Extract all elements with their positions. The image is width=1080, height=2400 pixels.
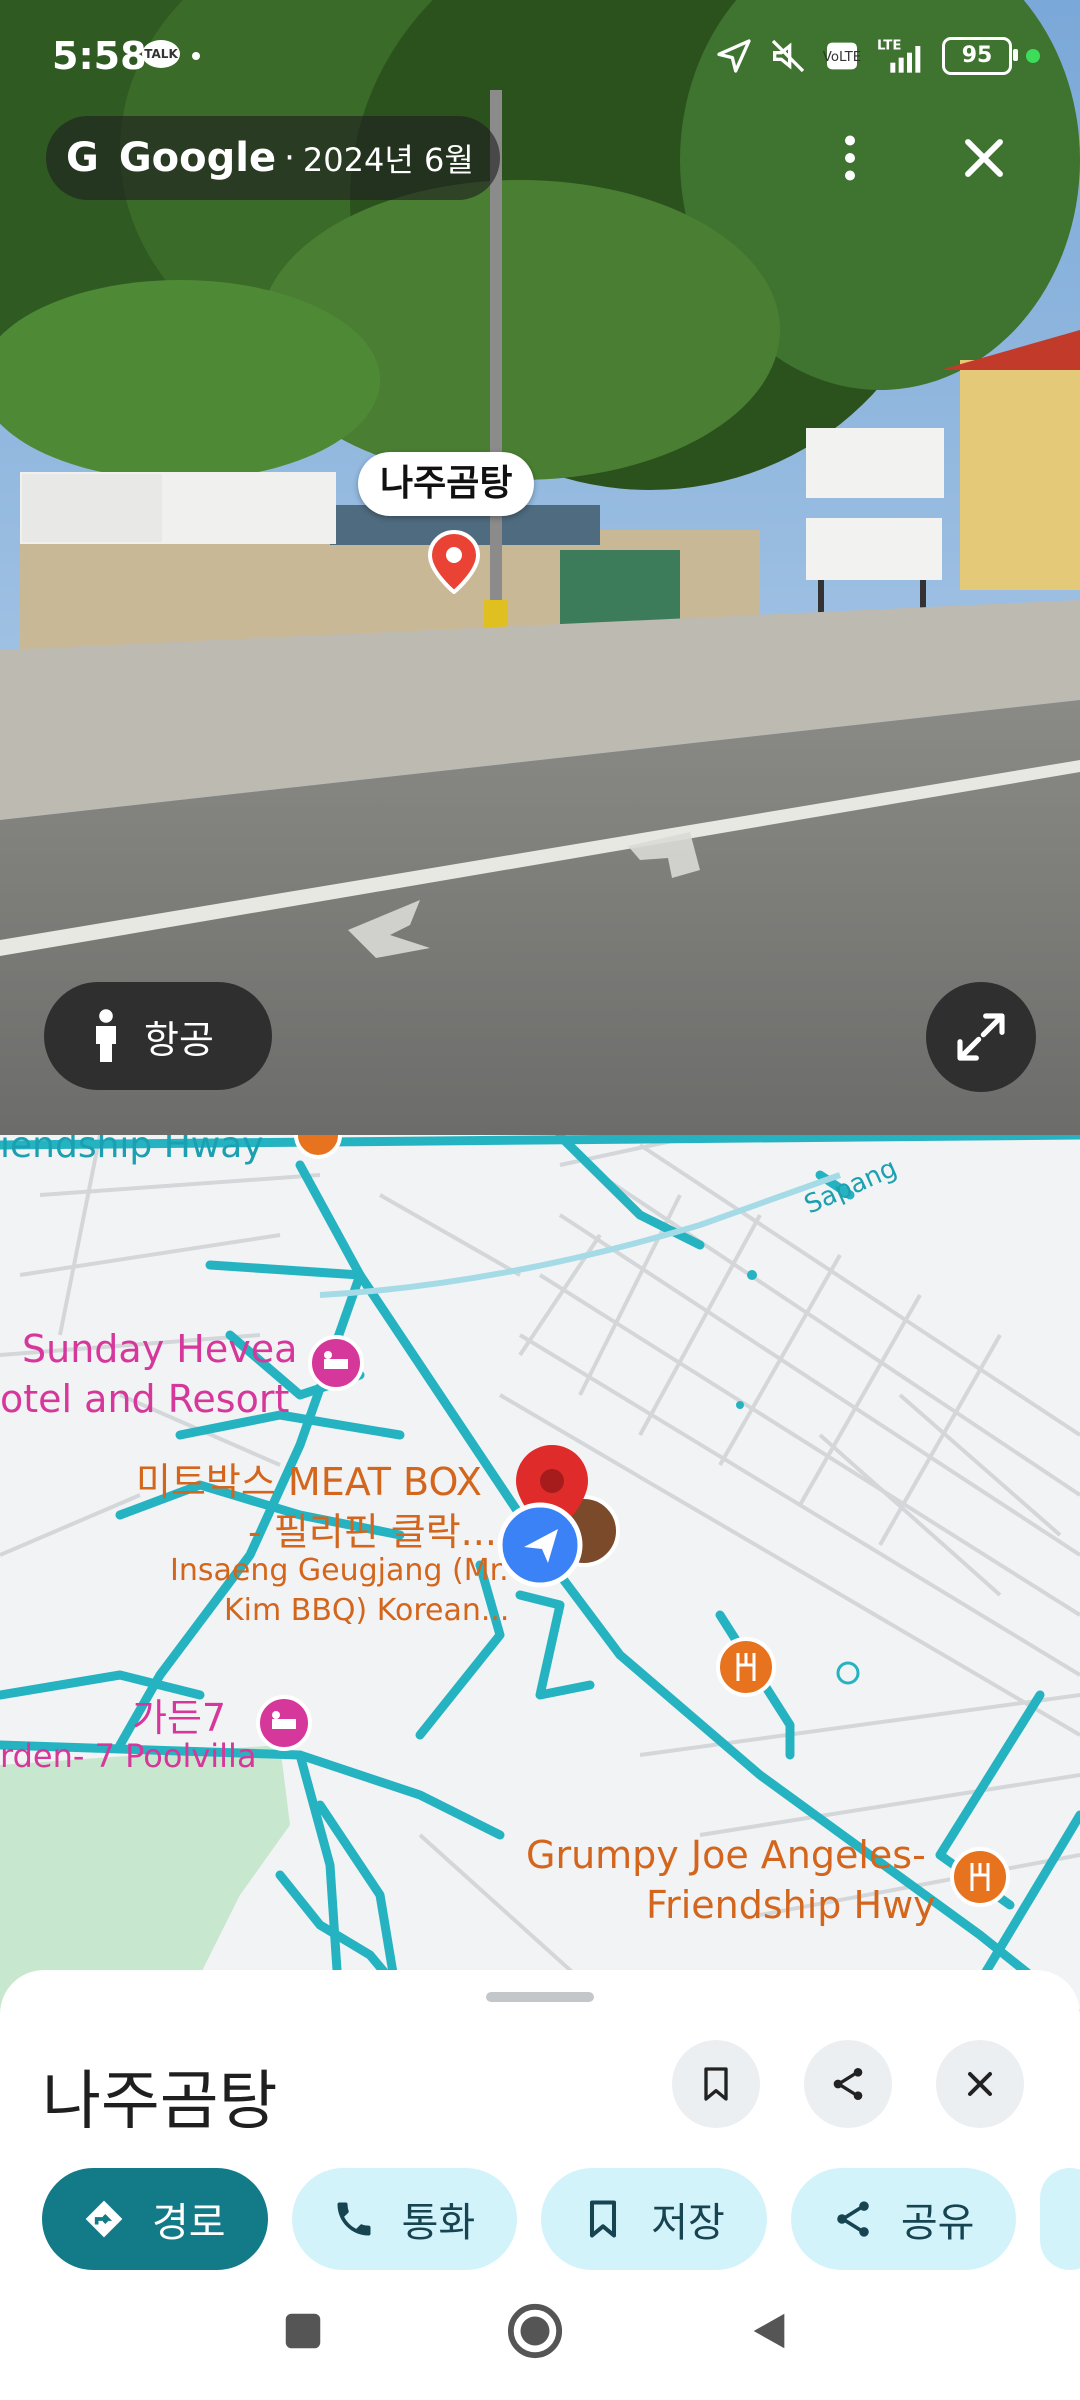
mute-icon	[771, 39, 805, 73]
battery-icon: 95	[942, 37, 1018, 75]
aerial-view-button[interactable]: 항공	[44, 982, 272, 1090]
share-icon-button[interactable]	[804, 2040, 892, 2128]
signal-icon: LTE	[877, 38, 921, 73]
close-icon	[968, 2072, 992, 2096]
share-icon	[837, 2201, 869, 2237]
status-icons: VoLTE LTE 95	[714, 34, 1040, 78]
svg-text:LTE: LTE	[877, 38, 901, 53]
map-label-hotel-1[interactable]: Sunday Hevea	[22, 1327, 297, 1371]
map-label-garden-1[interactable]: 가든7	[132, 1687, 226, 1742]
map-label-meatbox-1[interactable]: 미트박스 MEAT BOX	[136, 1451, 482, 1506]
sheet-drag-handle[interactable]	[486, 1992, 594, 2002]
map-label-garden-2[interactable]: rden- 7 Poolvilla	[0, 1737, 257, 1775]
map-label-insaeng-2[interactable]: Kim BBQ) Korean...	[224, 1593, 509, 1628]
map-label-insaeng-1[interactable]: Insaeng Geugjang (Mr.	[170, 1553, 509, 1588]
imagery-source-pill: G Google · 2024년 6월	[46, 116, 500, 200]
map-label-meatbox-2[interactable]: - 필리핀 클락...	[248, 1501, 497, 1556]
notification-dot-icon	[192, 52, 200, 60]
restaurant-icon[interactable]	[950, 1847, 1010, 1907]
save-icon-button[interactable]	[672, 2040, 760, 2128]
bookmark-icon	[704, 2067, 728, 2101]
map-label-grumpy-1[interactable]: Grumpy Joe Angeles-	[526, 1833, 926, 1877]
my-location-icon[interactable]	[497, 1502, 583, 1588]
brand-name: Google	[118, 135, 277, 181]
phone-icon	[337, 2202, 371, 2236]
home-button[interactable]	[506, 2302, 564, 2360]
status-bar: 5:58 TALK VoLTE LTE 95	[0, 0, 1080, 110]
volte-icon: VoLTE	[823, 42, 861, 70]
restaurant-icon[interactable]	[294, 1135, 342, 1159]
directions-button[interactable]: 경로	[42, 2168, 268, 2270]
map-label-hotel-2[interactable]: otel and Resort	[0, 1377, 289, 1421]
save-button[interactable]: 저장	[541, 2168, 767, 2270]
place-label: 나주곰탕	[358, 452, 535, 516]
capture-date: 2024년 6월	[302, 141, 474, 179]
save-label: 저장	[651, 2200, 725, 2246]
close-sheet-button[interactable]	[936, 2040, 1024, 2128]
aerial-view-label: 항공	[144, 1017, 214, 1062]
map-label-road: iendship Hway	[0, 1135, 264, 1166]
kakaotalk-icon: TALK	[142, 40, 180, 68]
action-chips: 경로 통화 저장 공유	[42, 2168, 1080, 2276]
map-label-grumpy-2[interactable]: Friendship Hwy	[646, 1883, 936, 1927]
person-icon	[96, 1009, 116, 1062]
place-pin-icon[interactable]	[428, 530, 480, 594]
system-nav-bar	[0, 2270, 1080, 2400]
svg-text:VoLTE: VoLTE	[823, 50, 861, 65]
navigation-icon	[717, 39, 751, 73]
restaurant-icon[interactable]	[716, 1637, 776, 1697]
bookmark-icon	[590, 2200, 617, 2238]
map-view[interactable]: iendship Hway Sapang Sunday Hevea otel a…	[0, 1135, 1080, 2015]
google-g-icon: G	[66, 135, 99, 181]
expand-icon	[957, 1013, 1005, 1061]
directions-icon	[85, 2200, 123, 2238]
share-button[interactable]: 공유	[790, 2168, 1017, 2270]
share-label: 공유	[900, 2200, 975, 2246]
hotel-icon[interactable]	[256, 1695, 313, 1751]
call-button[interactable]: 통화	[291, 2168, 518, 2270]
place-bottom-sheet[interactable]: 나주곰탕 경로 통화 저장 공유	[0, 1970, 1080, 2270]
more-vert-icon[interactable]	[820, 128, 880, 188]
expand-button[interactable]	[926, 982, 1036, 1092]
more-chip[interactable]	[1040, 2168, 1080, 2270]
share-icon	[833, 2068, 863, 2100]
separator: ·	[284, 138, 295, 178]
hotel-icon[interactable]	[308, 1335, 365, 1391]
privacy-indicator-icon	[1026, 49, 1040, 63]
directions-label: 경로	[152, 2200, 226, 2246]
recents-button[interactable]	[280, 2308, 326, 2354]
close-icon[interactable]	[952, 126, 1016, 190]
status-time: 5:58	[52, 34, 147, 78]
back-button[interactable]	[746, 2308, 792, 2354]
call-label: 통화	[401, 2200, 476, 2246]
place-title: 나주곰탕	[42, 2065, 278, 2139]
street-view-panel[interactable]: 5:58 TALK VoLTE LTE 95 G Google · 2024년 …	[0, 0, 1080, 1135]
